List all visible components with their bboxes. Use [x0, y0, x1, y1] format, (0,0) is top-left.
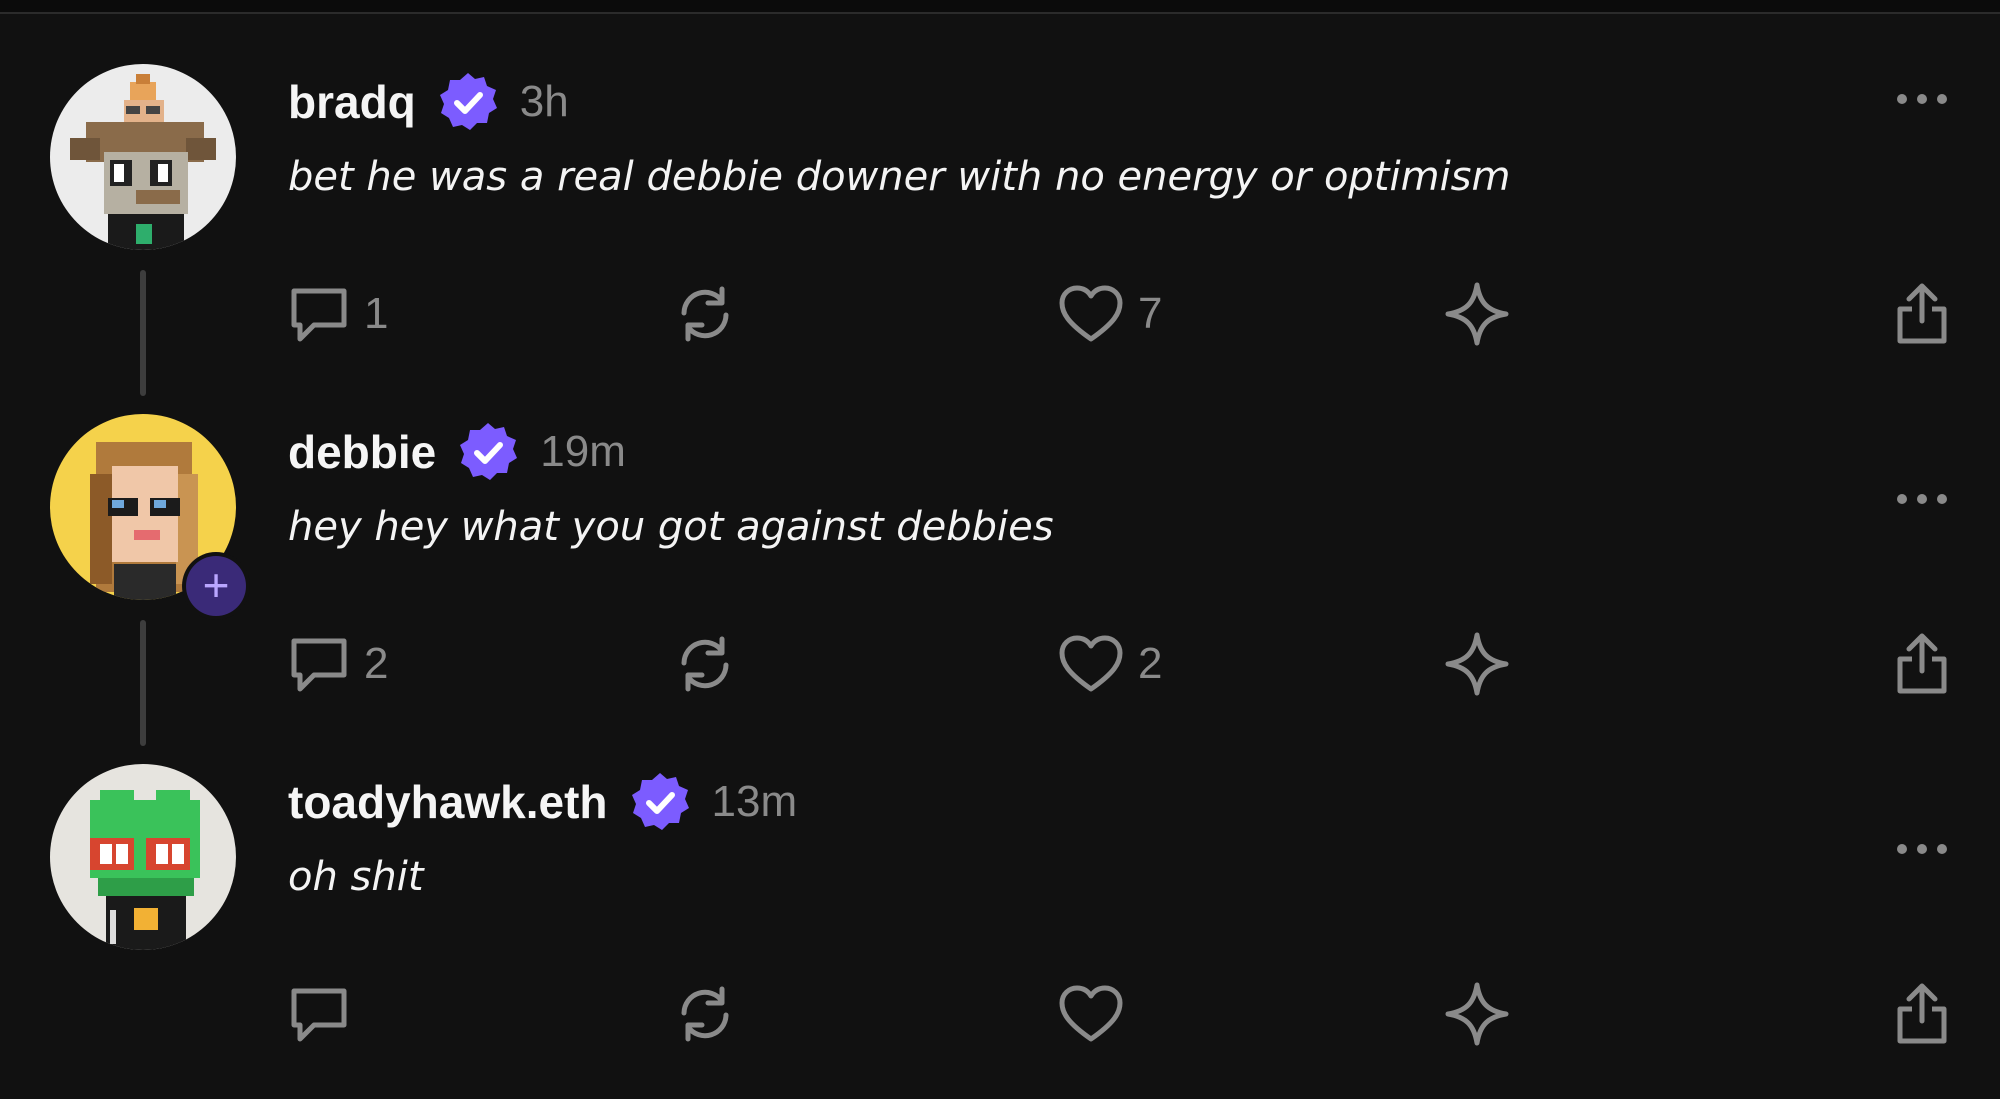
reply-count: 1	[364, 289, 389, 338]
reply-icon	[291, 288, 347, 342]
reply-button[interactable]	[288, 974, 364, 1054]
repost-icon	[681, 286, 729, 342]
share-button[interactable]	[1892, 624, 1952, 704]
repost-icon	[681, 986, 729, 1042]
like-button[interactable]: 7	[1058, 274, 1162, 354]
share-button[interactable]	[1892, 974, 1952, 1054]
repost-button[interactable]	[674, 274, 750, 354]
reply-icon	[291, 638, 347, 692]
verified-badge-icon	[631, 773, 689, 830]
verified-badge-icon	[439, 73, 497, 130]
heart-icon	[1059, 985, 1123, 1042]
top-border	[0, 0, 2000, 14]
reply-icon	[291, 988, 347, 1042]
share-button[interactable]	[1892, 274, 1952, 354]
timestamp: 3h	[519, 77, 569, 126]
save-button[interactable]	[1444, 974, 1510, 1054]
reply-thread: bradq 3h bet he was a real debbie downer…	[0, 14, 2000, 1099]
username[interactable]: bradq	[288, 75, 416, 129]
heart-icon	[1059, 285, 1123, 342]
avatar[interactable]	[50, 64, 236, 250]
like-count: 7	[1138, 289, 1163, 338]
post-bradq[interactable]: bradq 3h bet he was a real debbie downer…	[0, 14, 2000, 364]
like-button[interactable]: 2	[1058, 624, 1162, 704]
post-header: debbie 19m	[288, 422, 626, 482]
save-button[interactable]	[1444, 624, 1510, 704]
reply-button[interactable]: 2	[288, 624, 388, 704]
action-bar: 2 2	[0, 624, 2000, 704]
like-button[interactable]	[1058, 974, 1138, 1054]
share-icon	[1897, 283, 1947, 344]
post-text: bet he was a real debbie downer with no …	[288, 154, 1511, 200]
timestamp: 13m	[711, 777, 798, 826]
post-debbie[interactable]: debbie 19m hey hey what you got against …	[0, 364, 2000, 714]
heart-icon	[1059, 635, 1123, 692]
sparkle-icon	[1445, 282, 1509, 346]
reply-count: 2	[364, 639, 389, 688]
follow-button[interactable]: +	[182, 552, 250, 620]
plus-icon: +	[186, 556, 246, 616]
post-header: toadyhawk.eth 13m	[288, 772, 797, 832]
post-text: hey hey what you got against debbies	[288, 504, 1054, 550]
share-icon	[1897, 983, 1947, 1044]
save-button[interactable]	[1444, 274, 1510, 354]
repost-icon	[681, 636, 729, 692]
sparkle-icon	[1445, 982, 1509, 1046]
username[interactable]: debbie	[288, 425, 436, 479]
sparkle-icon	[1445, 632, 1509, 696]
avatar[interactable]	[50, 764, 236, 950]
like-count: 2	[1138, 639, 1163, 688]
username[interactable]: toadyhawk.eth	[288, 775, 608, 829]
repost-button[interactable]	[674, 974, 750, 1054]
share-icon	[1897, 633, 1947, 694]
action-bar	[0, 974, 2000, 1054]
more-options-icon[interactable]	[1892, 834, 1952, 864]
timestamp: 19m	[540, 427, 626, 476]
verified-badge-icon	[460, 423, 518, 480]
post-text: oh shit	[288, 854, 424, 900]
post-toadyhawk[interactable]: toadyhawk.eth 13m oh shit	[0, 714, 2000, 1064]
more-options-icon[interactable]	[1892, 84, 1952, 114]
reply-button[interactable]: 1	[288, 274, 388, 354]
action-bar: 1 7	[0, 274, 2000, 354]
post-header: bradq 3h	[288, 72, 569, 132]
repost-button[interactable]	[674, 624, 750, 704]
more-options-icon[interactable]	[1892, 484, 1952, 514]
